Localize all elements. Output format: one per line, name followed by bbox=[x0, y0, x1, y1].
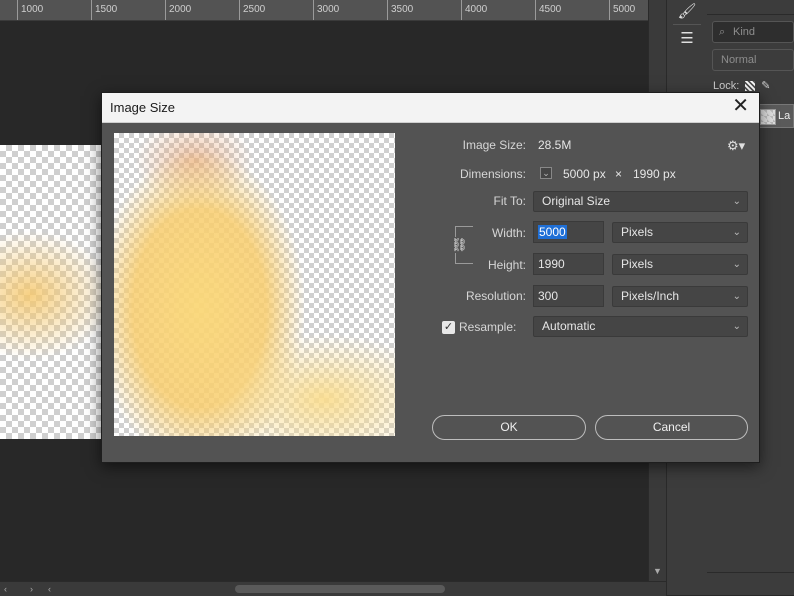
dialog-title: Image Size bbox=[110, 100, 176, 115]
height-input[interactable]: 1990 bbox=[533, 253, 604, 275]
resolution-unit-select[interactable]: Pixels/Inch ⌄ bbox=[612, 286, 748, 307]
horizontal-scrollbar[interactable]: ‹ › ‹ bbox=[0, 581, 666, 596]
ruler-tick: 4000 bbox=[461, 0, 487, 20]
image-size-label: Image Size: bbox=[462, 138, 526, 152]
fit-to-label: Fit To: bbox=[493, 194, 526, 208]
kind-label: Kind bbox=[733, 26, 756, 38]
search-icon: ⌕ bbox=[719, 26, 726, 38]
lock-brush-icon[interactable]: ✎ bbox=[761, 79, 770, 92]
layer-thumbnail bbox=[760, 109, 776, 125]
dimensions-label: Dimensions: bbox=[459, 167, 526, 181]
ruler-tick: 3500 bbox=[387, 0, 413, 20]
scrollbar-thumb[interactable] bbox=[235, 585, 445, 593]
height-unit-select[interactable]: Pixels ⌄ bbox=[612, 254, 748, 275]
image-artwork bbox=[0, 225, 110, 365]
adjustments-sliders-icon[interactable]: ☰ bbox=[675, 27, 699, 49]
status-arrow-icon[interactable]: › bbox=[30, 582, 33, 596]
chevron-down-icon: ⌄ bbox=[732, 196, 741, 207]
ruler-tick: 1000 bbox=[17, 0, 43, 20]
width-unit-select[interactable]: Pixels ⌄ bbox=[612, 222, 748, 243]
dialog-titlebar: Image Size ✕ bbox=[102, 93, 759, 123]
width-unit-value: Pixels bbox=[621, 225, 654, 239]
resample-select[interactable]: Automatic ⌄ bbox=[533, 316, 748, 337]
width-input[interactable]: 5000 bbox=[533, 221, 604, 243]
resolution-value: 300 bbox=[538, 289, 559, 303]
ruler-tick: 3000 bbox=[313, 0, 339, 20]
ruler-tick: 2500 bbox=[239, 0, 265, 20]
cancel-button[interactable]: Cancel bbox=[595, 415, 748, 440]
ruler-tick: 1500 bbox=[91, 0, 117, 20]
scroll-down-arrow-icon[interactable]: ▼ bbox=[653, 566, 662, 576]
dimensions-width: 5000 px bbox=[563, 167, 606, 181]
resample-checkbox[interactable]: ✓ bbox=[442, 321, 455, 334]
dimensions-height: 1990 px bbox=[633, 167, 676, 181]
lock-transparency-icon[interactable] bbox=[745, 80, 756, 91]
ruler-tick: 4500 bbox=[535, 0, 561, 20]
brush-icon[interactable]: 🖌 bbox=[675, 0, 699, 22]
width-value: 5000 bbox=[538, 225, 567, 239]
layer-name: La bbox=[778, 110, 791, 122]
layer-filter-kind[interactable]: ⌕ Kind bbox=[712, 21, 794, 43]
lock-label: Lock: bbox=[713, 79, 740, 92]
width-label: Width: bbox=[491, 226, 526, 240]
image-preview[interactable] bbox=[114, 133, 395, 436]
resample-label: Resample: bbox=[459, 320, 517, 334]
chevron-down-icon: ⌄ bbox=[732, 291, 741, 302]
resolution-input[interactable]: 300 bbox=[533, 285, 604, 307]
blend-mode-select[interactable]: Normal bbox=[712, 49, 794, 71]
ruler-tick: 2000 bbox=[165, 0, 191, 20]
fit-to-value: Original Size bbox=[542, 194, 611, 208]
panel-header bbox=[707, 0, 794, 15]
ruler-tick: 5000 bbox=[609, 0, 635, 20]
resolution-label: Resolution: bbox=[465, 289, 526, 303]
document-image[interactable] bbox=[0, 145, 110, 439]
resample-value: Automatic bbox=[542, 319, 596, 333]
chevron-down-icon[interactable]: ⌄ bbox=[540, 167, 552, 179]
horizontal-ruler: 1000 1500 2000 2500 3000 3500 4000 4500 … bbox=[0, 0, 648, 21]
image-size-dialog: Image Size ✕ Image Size: 28.5M ⚙▾ Dimens… bbox=[101, 92, 760, 463]
chevron-down-icon: ⌄ bbox=[732, 259, 741, 270]
scroll-left-arrow-icon[interactable]: ‹ bbox=[4, 582, 7, 596]
lock-row: Lock: ✎ bbox=[713, 79, 771, 93]
chevron-down-icon: ⌄ bbox=[732, 227, 741, 238]
scroll-left-icon[interactable]: ‹ bbox=[48, 582, 51, 596]
preview-art bbox=[204, 333, 395, 436]
panel-footer bbox=[707, 572, 794, 596]
gear-icon[interactable]: ⚙▾ bbox=[727, 138, 745, 154]
resolution-unit-value: Pixels/Inch bbox=[621, 289, 680, 303]
close-icon[interactable]: ✕ bbox=[732, 96, 749, 116]
height-unit-value: Pixels bbox=[621, 257, 654, 271]
height-value: 1990 bbox=[538, 257, 565, 271]
ok-button[interactable]: OK bbox=[432, 415, 586, 440]
height-label: Height: bbox=[487, 258, 526, 272]
chevron-down-icon: ⌄ bbox=[732, 321, 741, 332]
dimensions-times: × bbox=[615, 167, 623, 181]
image-size-value: 28.5M bbox=[538, 138, 572, 152]
fit-to-select[interactable]: Original Size ⌄ bbox=[533, 191, 748, 212]
divider bbox=[673, 24, 701, 25]
